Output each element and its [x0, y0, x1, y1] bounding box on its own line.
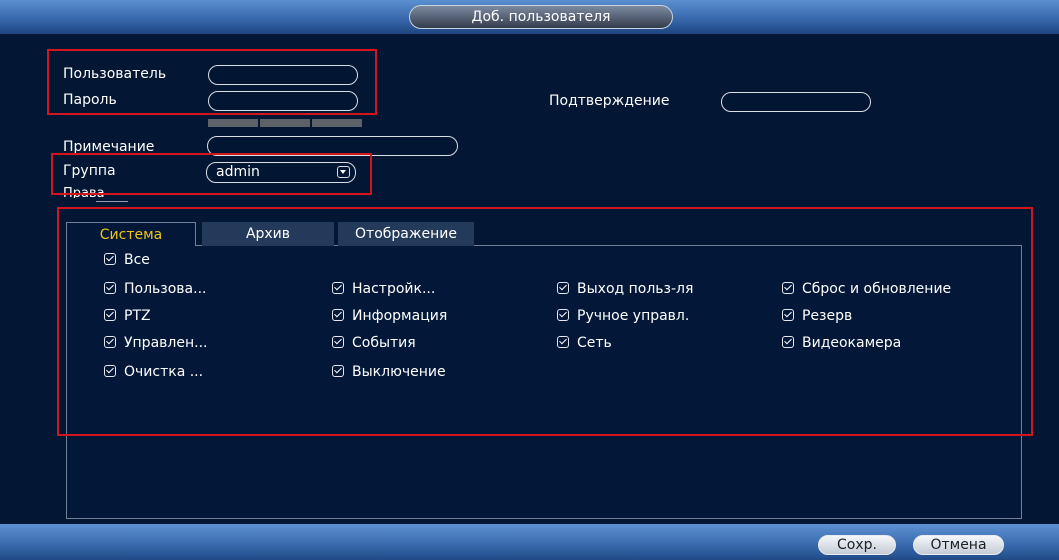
confirm-input[interactable]	[721, 92, 871, 112]
password-strength-bar-3	[312, 119, 362, 127]
dialog-title: Доб. пользователя	[409, 5, 673, 29]
confirm-label: Подтверждение	[549, 93, 670, 109]
save-button[interactable]: Сохр.	[818, 535, 896, 555]
title-bar: Доб. пользователя	[0, 0, 1059, 34]
password-strength-bar-2	[260, 119, 310, 127]
highlight-permissions	[57, 207, 1033, 436]
bottom-bar	[0, 524, 1059, 560]
password-strength-bar-1	[208, 119, 258, 127]
highlight-user-password	[47, 49, 377, 115]
highlight-group	[51, 153, 372, 195]
rights-divider	[96, 201, 128, 202]
cancel-button[interactable]: Отмена	[913, 535, 1004, 555]
